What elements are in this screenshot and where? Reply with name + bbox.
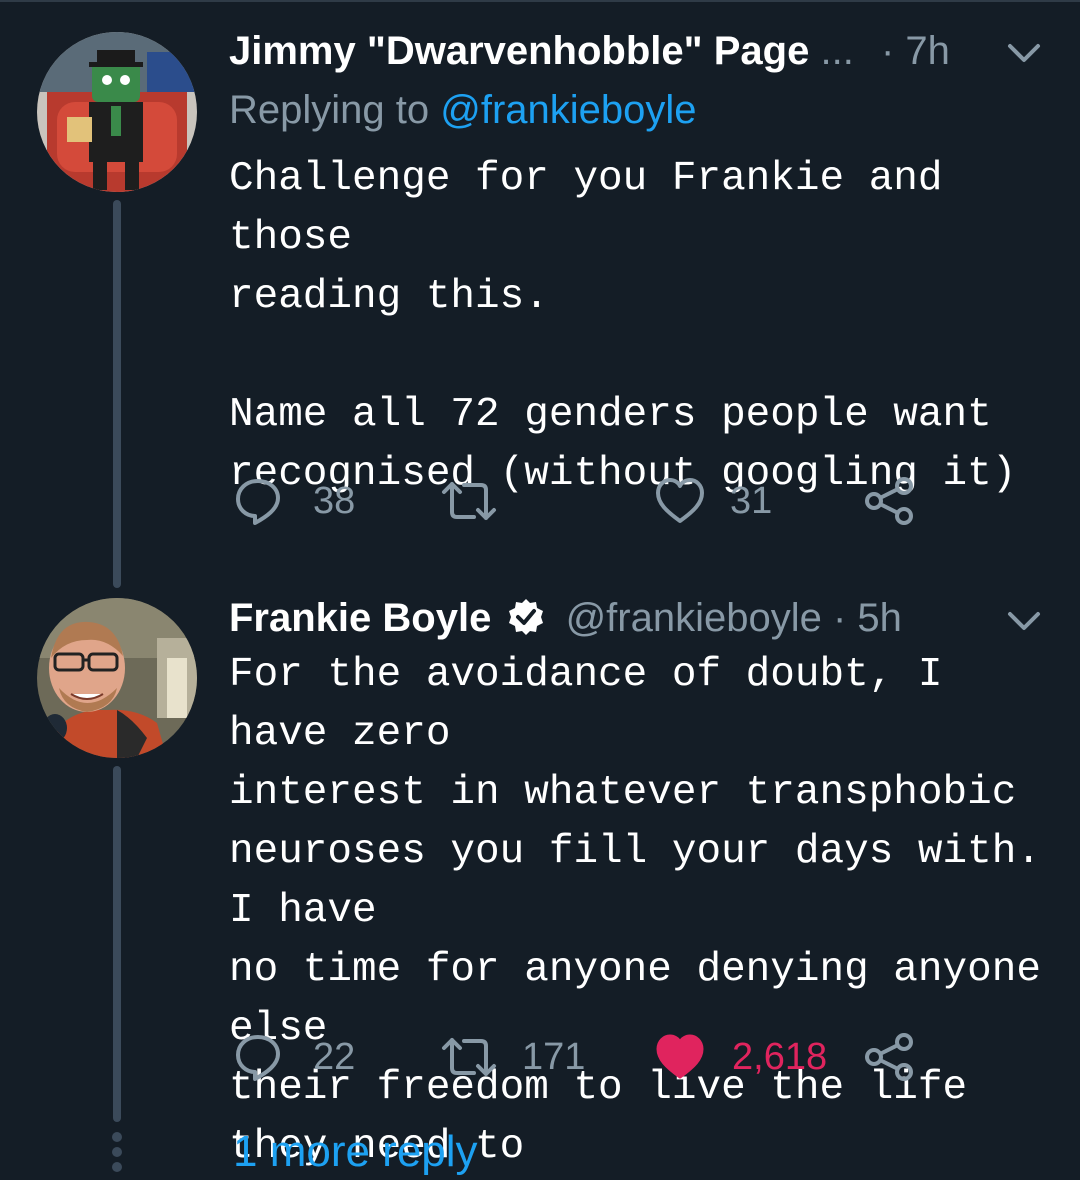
- share-icon: [865, 477, 913, 525]
- thread-line: [113, 200, 121, 588]
- tweet2-like-button[interactable]: 2,618: [654, 1032, 827, 1082]
- tweet1-reply-button[interactable]: 38: [233, 476, 355, 526]
- tweet2-text: For the avoidance of doubt, I have zero …: [229, 652, 1041, 1170]
- share-icon: [865, 1033, 913, 1081]
- tweet1-reply-count: 38: [313, 479, 356, 522]
- tweet2-share-button[interactable]: [864, 1032, 916, 1082]
- conversation-thread: Jimmy "Dwarvenhobble" Page ... · 7h Repl…: [0, 0, 1080, 1180]
- tweet2-retweet-button[interactable]: 171: [440, 1032, 585, 1082]
- tweet1-text: Challenge for you Frankie and those read…: [229, 156, 1017, 497]
- replying-to-label: Replying to: [229, 88, 430, 132]
- tweet2-retweet-count: 171: [522, 1035, 586, 1078]
- tweet2-reply-button[interactable]: 22: [233, 1032, 355, 1082]
- tweet1-name-ellipsis: ...: [820, 29, 854, 73]
- tweet1-retweet-button[interactable]: [440, 476, 528, 526]
- heart-icon: [656, 478, 704, 523]
- tweet1-timestamp[interactable]: · 7h: [881, 29, 950, 73]
- heart-filled-icon: [656, 1034, 704, 1079]
- avatar-jimmy[interactable]: [37, 32, 197, 192]
- top-divider: [0, 0, 1080, 2]
- tweet2-reply-count: 22: [313, 1035, 356, 1078]
- tweet1-share-button[interactable]: [864, 476, 916, 526]
- retweet-icon: [442, 482, 496, 520]
- more-replies-link[interactable]: 1 more reply: [233, 1124, 478, 1180]
- more-replies-dots: [110, 1132, 124, 1177]
- tweet1-replying-to: Replying to @frankieboyle: [229, 86, 697, 134]
- tweet1-author-name[interactable]: Jimmy "Dwarvenhobble" Page: [229, 29, 809, 73]
- thread-line-lower: [113, 766, 121, 1122]
- tweet2-handle[interactable]: @frankieboyle: [566, 596, 822, 640]
- tweet2-header: Frankie Boyle @frankieboyle · 5h: [229, 594, 902, 642]
- tweet2-author-name[interactable]: Frankie Boyle: [229, 596, 491, 640]
- reply-icon: [236, 479, 280, 525]
- tweet2-timestamp[interactable]: · 5h: [833, 596, 902, 640]
- retweet-icon: [442, 1038, 496, 1076]
- tweet1-like-count: 31: [730, 479, 773, 522]
- tweet2-chevron-down-icon[interactable]: [1002, 606, 1046, 636]
- replying-to-handle-link[interactable]: @frankieboyle: [440, 88, 696, 132]
- tweet1-chevron-down-icon[interactable]: [1002, 38, 1046, 68]
- verified-badge-icon: [509, 599, 544, 635]
- tweet1-header: Jimmy "Dwarvenhobble" Page ... · 7h: [229, 27, 950, 75]
- reply-icon: [236, 1035, 280, 1081]
- tweet2-like-count: 2,618: [732, 1035, 828, 1078]
- tweet1-like-button[interactable]: 31: [654, 476, 772, 526]
- avatar-frankie[interactable]: [37, 598, 197, 758]
